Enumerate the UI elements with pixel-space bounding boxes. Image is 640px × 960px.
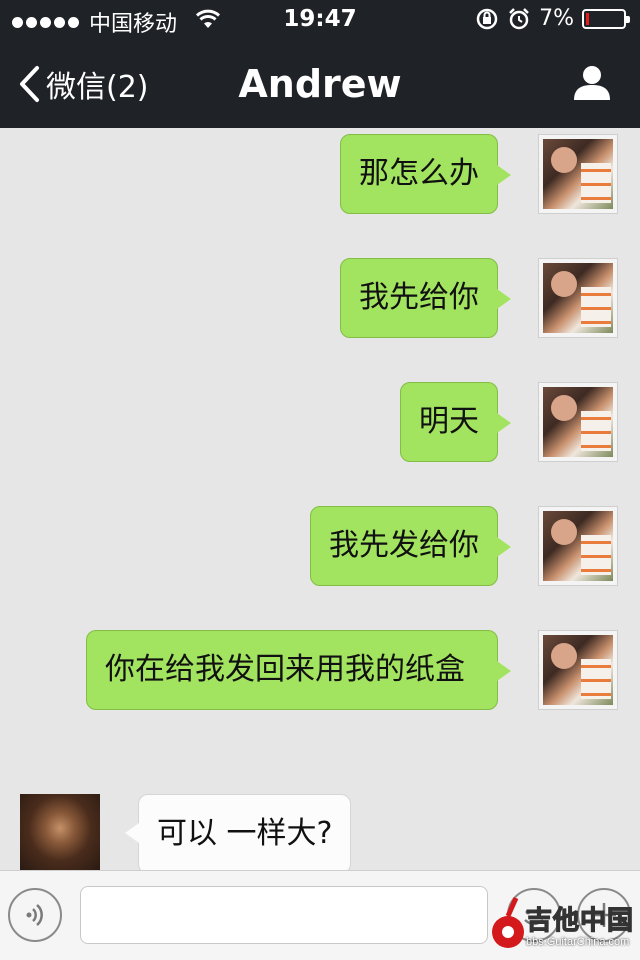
my-avatar[interactable]	[538, 630, 618, 710]
battery-percent: 7%	[539, 6, 574, 31]
chat-title: Andrew	[238, 62, 402, 106]
my-avatar[interactable]	[538, 134, 618, 214]
battery-fill	[586, 12, 589, 25]
status-bar: 中国移动 19:47 7%	[0, 0, 640, 40]
message-bubble-sent[interactable]: 你在给我发回来用我的纸盒	[86, 630, 511, 710]
my-avatar[interactable]	[538, 258, 618, 338]
contact-avatar[interactable]	[20, 794, 100, 870]
my-avatar[interactable]	[538, 506, 618, 586]
profile-button[interactable]	[572, 62, 612, 106]
watermark: 吉他中国 bbs.GuitarChina.com	[488, 896, 638, 958]
voice-button[interactable]	[8, 888, 62, 942]
message-bubble-received[interactable]: 可以 一样大?	[124, 794, 352, 870]
chat-area[interactable]: 那怎么办 我先给你 明天 我先发给你 你在给我发回来用我的纸盒 可以 一样大?	[0, 128, 640, 870]
message-bubble-sent[interactable]: 明天	[400, 382, 511, 462]
message-bubble-sent[interactable]: 我先发给你	[310, 506, 511, 586]
message-input[interactable]	[80, 886, 488, 944]
guitar-logo-icon	[492, 896, 524, 948]
voice-icon	[26, 904, 43, 926]
alarm-icon	[509, 7, 529, 29]
watermark-url: bbs.GuitarChina.com	[526, 936, 630, 948]
status-right: 7%	[475, 6, 630, 31]
my-avatar[interactable]	[538, 382, 618, 462]
battery-icon	[582, 8, 630, 29]
watermark-text: 吉他中国	[525, 905, 635, 936]
person-icon	[574, 66, 610, 100]
rotation-lock-icon	[476, 8, 498, 29]
nav-bar: 微信(2) Andrew	[0, 40, 640, 128]
message-bubble-sent[interactable]: 我先给你	[340, 258, 511, 338]
message-bubble-sent[interactable]: 那怎么办	[340, 134, 511, 214]
